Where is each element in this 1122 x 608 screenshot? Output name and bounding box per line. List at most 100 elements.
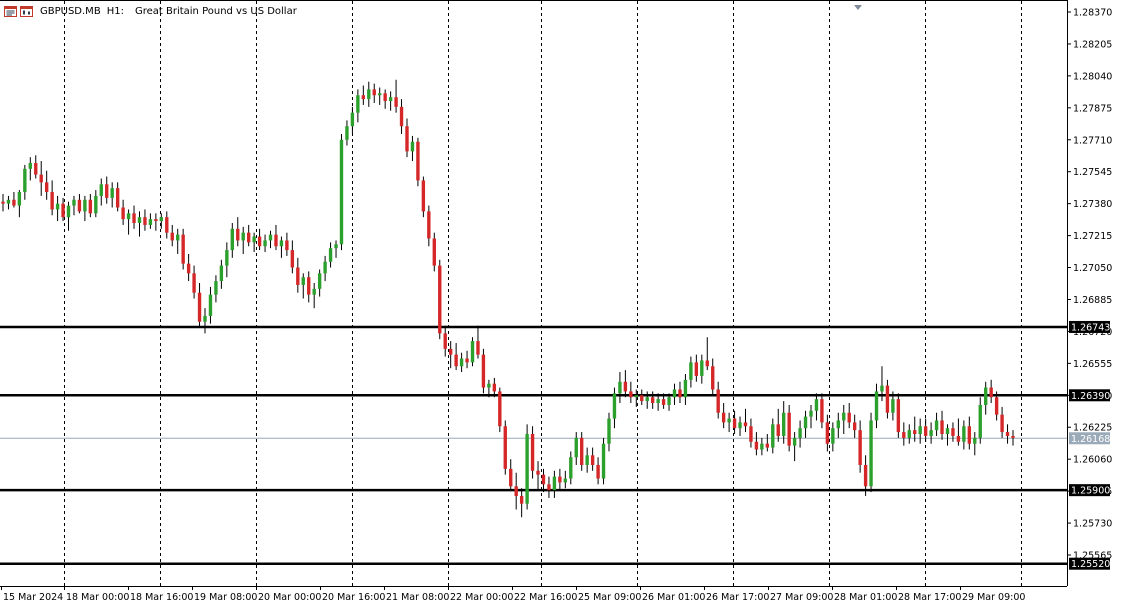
time-axis-label: 20 Mar 00:00 <box>258 592 321 603</box>
bull-candle-body <box>225 250 229 266</box>
level-price-label: 1.26743 <box>1071 322 1110 333</box>
bull-candle-body <box>323 261 327 274</box>
bear-candle-body <box>547 484 551 491</box>
bull-candle-body <box>459 358 464 367</box>
time-axis-label: 19 Mar 08:00 <box>194 592 257 603</box>
bull-candle-body <box>645 397 649 402</box>
bull-candle-body <box>208 294 213 316</box>
bull-candle-body <box>836 420 840 429</box>
bear-candle-body <box>154 219 158 222</box>
candle <box>432 232 436 272</box>
bear-candle-body <box>77 199 82 212</box>
bull-candle-body <box>798 428 802 438</box>
bull-candle-body <box>607 418 611 444</box>
bear-candle-body <box>236 228 240 241</box>
chart-timeframe: H1: <box>106 6 124 17</box>
bear-candle-body <box>705 360 709 367</box>
bull-candle-body <box>72 199 76 206</box>
bull-candle-body <box>268 234 273 241</box>
bull-candle-body <box>279 240 284 247</box>
level-price-label: 1.25520 <box>1071 559 1110 570</box>
price-axis-label: 1.27875 <box>1073 103 1112 114</box>
candlestick-chart-svg[interactable]: 1.28370 1.28205 1.28040 1.27875 1.27710 1.275… <box>0 0 1122 604</box>
bear-candle-body <box>132 213 136 224</box>
bear-candle-body <box>885 385 890 413</box>
bull-candle-body <box>962 426 966 442</box>
price-axis-label: 1.26225 <box>1073 423 1112 434</box>
bear-candle-body <box>1011 435 1015 438</box>
bear-candle-body <box>923 426 928 436</box>
price-axis-label: 1.28370 <box>1073 8 1112 19</box>
bear-candle-body <box>503 426 507 469</box>
bull-candle-body <box>301 277 305 285</box>
bear-candle-body <box>732 418 737 429</box>
bear-candle-body <box>989 387 993 398</box>
bull-candle-body <box>252 236 256 243</box>
bull-candle-body <box>17 192 22 206</box>
bear-candle-body <box>787 412 791 446</box>
bull-candle-body <box>874 391 879 421</box>
candle <box>525 424 529 510</box>
bull-candle-body <box>782 412 786 436</box>
candle <box>503 420 507 475</box>
bull-candle-body <box>842 412 846 421</box>
bear-candle-body <box>143 217 147 225</box>
bear-candle-body <box>623 381 628 392</box>
bear-candle-body <box>743 422 748 427</box>
bull-candle-body <box>634 395 638 398</box>
bear-candle-body <box>721 412 726 423</box>
bear-candle-body <box>498 391 502 427</box>
time-axis-label: 27 Mar 09:00 <box>770 592 833 603</box>
bear-candle-body <box>956 435 961 442</box>
bull-candle-body <box>869 420 873 487</box>
bull-candle-body <box>28 162 32 169</box>
bear-candle-body <box>776 424 780 436</box>
bear-candle-body <box>105 184 109 198</box>
bear-candle-body <box>165 217 169 233</box>
bull-candle-body <box>23 168 27 193</box>
bull-candle-body <box>760 443 764 450</box>
bull-candle-body <box>99 184 103 196</box>
bear-candle-body <box>863 464 868 487</box>
bull-candle-body <box>230 228 234 251</box>
bear-candle-body <box>361 95 366 100</box>
candle <box>896 393 901 438</box>
bear-candle-body <box>115 188 120 208</box>
bear-candle-body <box>541 474 546 485</box>
price-axis-label: 1.26885 <box>1073 295 1112 306</box>
time-axis-label: 18 Mar 16:00 <box>130 592 193 603</box>
bear-candle-body <box>694 362 699 376</box>
bull-candle-body <box>552 476 557 491</box>
bull-candle-body <box>83 199 87 212</box>
bear-candle-body <box>257 236 262 247</box>
price-axis-label: 1.26555 <box>1073 359 1112 370</box>
bull-candle-body <box>880 385 884 392</box>
candlestick-chart-icon[interactable] <box>20 6 33 17</box>
price-axis-label: 1.28040 <box>1073 71 1112 82</box>
bear-candle-body <box>170 232 174 241</box>
price-chart[interactable]: 1.28370 1.28205 1.28040 1.27875 1.27710 1.275… <box>0 0 1122 604</box>
bear-candle-body <box>416 141 420 181</box>
time-axis-label: 26 Mar 01:00 <box>642 592 705 603</box>
time-axis-label: 22 Mar 16:00 <box>514 592 577 603</box>
bear-candle-body <box>940 420 944 435</box>
bear-candle-body <box>514 486 518 496</box>
bull-candle-body <box>907 430 911 438</box>
bull-candle-body <box>585 455 589 465</box>
bull-candle-body <box>612 393 617 419</box>
bull-candle-body <box>803 416 808 429</box>
bull-candle-body <box>110 188 114 198</box>
bull-candle-body <box>618 381 622 394</box>
bear-candle-body <box>181 234 185 264</box>
bear-candle-body <box>825 422 830 444</box>
bull-candle-body <box>918 426 922 435</box>
time-axis-label: 26 Mar 17:00 <box>706 592 769 603</box>
time-axis-label: 18 Mar 00:00 <box>66 592 129 603</box>
bull-candle-body <box>203 315 207 322</box>
chart-window-icon[interactable] <box>4 6 17 17</box>
bear-candle-body <box>438 265 442 334</box>
bull-candle-body <box>334 244 338 249</box>
chart-header: GBPUSD.MB H1: Great Britain Pound vs US D… <box>4 6 297 17</box>
bear-candle-body <box>1000 414 1004 433</box>
bull-candle-body <box>312 288 316 295</box>
